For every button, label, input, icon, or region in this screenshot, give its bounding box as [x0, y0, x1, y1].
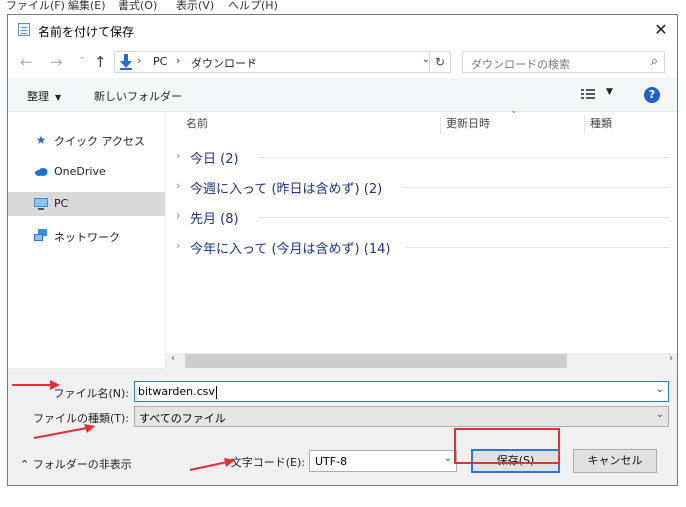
arrowhead — [50, 380, 60, 390]
arrowhead — [84, 424, 95, 433]
annotation-arrows — [12, 380, 235, 471]
arrowhead — [224, 458, 235, 467]
arrow-to-filetype — [33, 426, 93, 439]
